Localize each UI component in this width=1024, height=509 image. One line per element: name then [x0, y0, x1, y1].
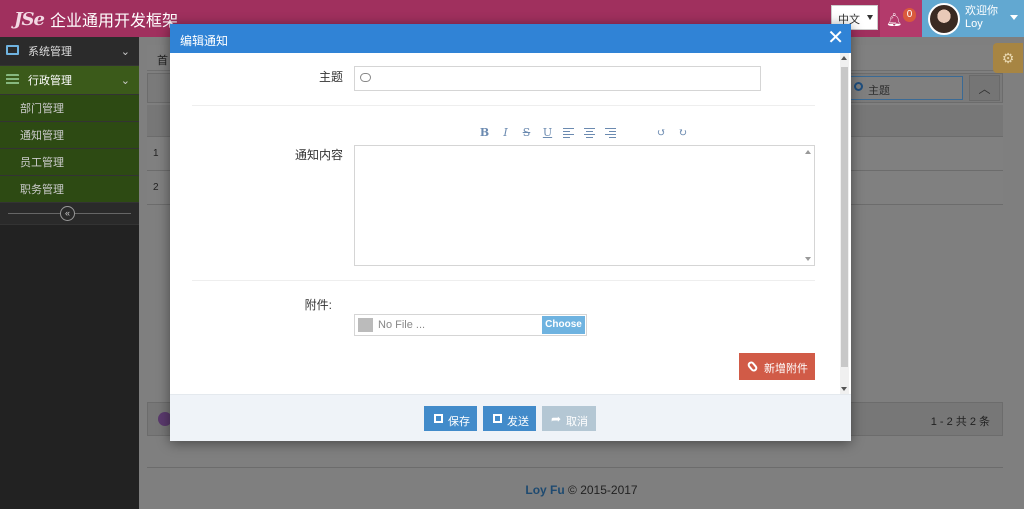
sidebar-item-system[interactable]: 系统管理 ⌄ — [0, 37, 139, 66]
copyright-author: Loy Fu — [525, 483, 565, 497]
send-button[interactable]: 发送 — [483, 406, 536, 431]
caret-down-icon — [867, 15, 873, 20]
save-icon — [434, 414, 443, 423]
sidebar-item-label: 行政管理 — [28, 75, 72, 87]
attachment-label: 附件: — [304, 298, 332, 312]
choose-file-button[interactable]: Choose — [542, 316, 585, 334]
align-left-icon[interactable] — [558, 126, 579, 138]
brand-title: 企业通用开发框架 — [49, 11, 178, 30]
file-input[interactable]: No File ... Choose — [354, 314, 587, 336]
scroll-up-icon[interactable] — [841, 56, 847, 60]
dialog-scrollbar[interactable] — [840, 53, 849, 394]
sidebar: 系统管理 ⌄ 行政管理 ⌄ 部门管理 通知管理 员工管理 职务管理 « — [0, 37, 139, 509]
copyright-text: © 2015-2017 — [564, 483, 638, 497]
sidebar-subitem-notices[interactable]: 通知管理 — [0, 122, 139, 149]
divider — [192, 280, 815, 281]
paging-info: 1 - 2 共 2 条 — [930, 416, 990, 428]
scroll-up-icon[interactable] — [805, 150, 811, 154]
caret-down-icon — [1010, 15, 1018, 20]
subject-input[interactable] — [354, 66, 761, 91]
row-number: 1 — [153, 148, 159, 159]
dialog-footer: 保存 发送 ➦ 取消 — [170, 394, 851, 441]
username: Loy — [965, 18, 983, 30]
redo-icon[interactable]: ↻ — [672, 126, 693, 139]
cancel-button[interactable]: ➦ 取消 — [542, 406, 596, 431]
chevron-down-icon: ⌄ — [120, 46, 130, 58]
file-placeholder: No File ... — [378, 319, 426, 331]
bell-icon: 🔔︎ — [886, 12, 903, 27]
save-label: 保存 — [448, 416, 470, 428]
dialog-body: 主题 B I S U ↺ ↻ 通知内容 附件: No File ... Choo… — [170, 53, 851, 394]
welcome-text: 欢迎你 — [965, 5, 998, 17]
notifications-button[interactable]: 🔔︎ 0 — [880, 0, 922, 37]
search-placeholder: 主题 — [868, 85, 890, 97]
save-button[interactable]: 保存 — [424, 406, 477, 431]
content-editor[interactable] — [354, 145, 815, 266]
bold-button[interactable]: B — [474, 126, 495, 139]
collapse-sidebar-icon[interactable]: « — [60, 206, 75, 221]
sidebar-subitem-departments[interactable]: 部门管理 — [0, 95, 139, 122]
brand-logo: JSe — [14, 8, 45, 30]
italic-button[interactable]: I — [495, 126, 516, 139]
brand[interactable]: JSe 企业通用开发框架 — [14, 7, 178, 31]
sidebar-item-admin[interactable]: 行政管理 ⌄ — [0, 66, 139, 95]
avatar — [928, 3, 960, 35]
row-number: 2 — [153, 182, 159, 193]
undo-icon[interactable]: ↺ — [651, 126, 672, 139]
list-icon — [6, 74, 19, 85]
send-label: 发送 — [507, 416, 529, 428]
strikethrough-button[interactable]: S — [516, 126, 537, 139]
sidebar-item-label: 系统管理 — [28, 46, 72, 58]
close-icon[interactable]: ✕ — [827, 26, 844, 50]
sidebar-collapse-bar: « — [0, 203, 139, 225]
edit-notice-dialog: 编辑通知 ✕ 主题 B I S U ↺ ↻ 通知内容 附件: No File .… — [170, 24, 851, 441]
divider — [147, 467, 1003, 468]
content-label: 通知内容 — [294, 148, 343, 162]
scroll-down-icon[interactable] — [805, 257, 811, 261]
add-attachment-button[interactable]: 新增附件 — [739, 353, 815, 380]
settings-gear-icon[interactable]: ⚙ — [993, 43, 1023, 73]
subject-label: 主题 — [318, 70, 343, 84]
share-icon: ➦ — [551, 412, 562, 426]
desktop-icon — [6, 45, 19, 55]
breadcrumb-home[interactable]: 首 — [157, 55, 168, 67]
user-info: 欢迎你 Loy — [965, 5, 998, 31]
sidebar-subitem-positions[interactable]: 职务管理 — [0, 176, 139, 203]
divider — [192, 105, 815, 106]
align-center-icon[interactable] — [579, 126, 600, 138]
dialog-title: 编辑通知 — [180, 34, 229, 48]
scroll-down-icon[interactable] — [841, 387, 847, 391]
cancel-label: 取消 — [566, 416, 588, 428]
file-icon — [358, 318, 373, 332]
save-icon — [493, 414, 502, 423]
scroll-thumb[interactable] — [841, 67, 848, 367]
align-right-icon[interactable] — [600, 126, 621, 138]
collapse-search-button[interactable]: ︿ — [969, 75, 1000, 101]
underline-button[interactable]: U — [537, 126, 558, 139]
search-input[interactable]: 主题 — [847, 76, 963, 100]
paperclip-icon — [746, 360, 759, 373]
add-attachment-label: 新增附件 — [764, 363, 808, 375]
sidebar-subitem-employees[interactable]: 员工管理 — [0, 149, 139, 176]
notification-badge: 0 — [903, 8, 916, 22]
comment-icon — [360, 73, 371, 82]
user-menu[interactable]: 欢迎你 Loy — [922, 0, 1024, 37]
copyright: Loy Fu © 2015-2017 — [139, 483, 1024, 497]
dialog-header: 编辑通知 ✕ — [170, 24, 851, 53]
chevron-down-icon: ⌄ — [120, 75, 130, 87]
search-icon — [854, 82, 863, 91]
editor-toolbar: B I S U ↺ ↻ — [474, 124, 693, 140]
